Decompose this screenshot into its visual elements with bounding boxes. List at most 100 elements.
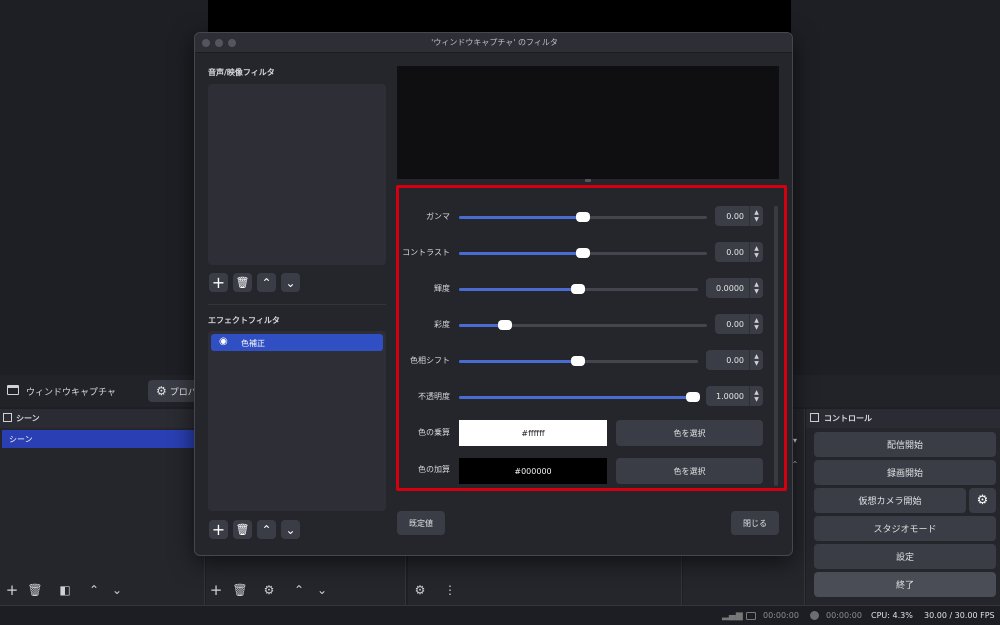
saturation-slider[interactable] bbox=[459, 320, 707, 330]
eye-icon[interactable]: ◉ bbox=[219, 336, 228, 347]
sources-dock: + 🗑 ⚙ ⌃ ⌄ bbox=[206, 555, 406, 605]
saturation-spinbox[interactable]: 0.00 ▲ ▼ bbox=[715, 314, 763, 334]
gamma-label: ガンマ bbox=[426, 212, 450, 221]
color-multiply-swatch: #ffffff bbox=[459, 420, 607, 446]
effect-filter-up-button[interactable]: ⌃ bbox=[257, 520, 276, 539]
effect-filter-down-button[interactable]: ⌄ bbox=[281, 520, 300, 539]
preview-left-gutter bbox=[0, 0, 208, 372]
contrast-slider-fill bbox=[459, 252, 583, 255]
remove-source-button[interactable]: 🗑 bbox=[232, 582, 248, 598]
mixer-menu-button[interactable]: ⋮ bbox=[442, 582, 458, 598]
effect-filter-name: 色補正 bbox=[241, 339, 265, 348]
brightness-slider-handle[interactable] bbox=[571, 284, 585, 294]
contrast-slider[interactable] bbox=[459, 248, 707, 258]
contrast-label: コントラスト bbox=[402, 248, 450, 257]
color-add-swatch: #000000 bbox=[459, 458, 607, 484]
filters-dialog: 'ウィンドウキャプチャ' のフィルタ 音声/映像フィルタ + 🗑 ⌃ ⌄ エフェ… bbox=[194, 32, 793, 556]
spin-arrows-icon[interactable]: ▲ ▼ bbox=[749, 242, 763, 262]
gear-icon: ⚙ bbox=[976, 493, 989, 508]
scene-item[interactable]: シーン bbox=[2, 430, 194, 448]
filter-preview bbox=[397, 66, 779, 179]
close-button[interactable]: 閉じる bbox=[731, 511, 779, 535]
exit-button[interactable]: 終了 bbox=[814, 572, 996, 597]
spin-arrows-icon[interactable]: ▲ ▼ bbox=[749, 278, 763, 298]
properties-scrollbar[interactable] bbox=[774, 206, 778, 486]
scene-down-button[interactable]: ⌄ bbox=[109, 582, 125, 598]
hue-shift-slider-fill bbox=[459, 360, 578, 363]
add-source-button[interactable]: + bbox=[208, 581, 224, 599]
scenes-title: シーン bbox=[16, 414, 40, 423]
hue-shift-spinbox[interactable]: 0.00 ▲ ▼ bbox=[706, 350, 763, 370]
splitter-handle[interactable] bbox=[585, 179, 591, 182]
spin-arrows-icon[interactable]: ▲ ▼ bbox=[749, 314, 763, 334]
stream-time: 00:00:00 bbox=[763, 611, 799, 620]
contrast-spinbox[interactable]: 0.00 ▲ ▼ bbox=[715, 242, 763, 262]
gamma-slider-handle[interactable] bbox=[576, 212, 590, 222]
effect-filters-label: エフェクトフィルタ bbox=[208, 316, 280, 325]
divider bbox=[208, 304, 386, 305]
add-av-filter-button[interactable]: + bbox=[209, 273, 228, 292]
studio-mode-button[interactable]: スタジオモード bbox=[814, 516, 996, 541]
settings-button[interactable]: 設定 bbox=[814, 544, 996, 569]
saturation-label: 彩度 bbox=[434, 320, 450, 329]
dock-icon bbox=[3, 413, 12, 422]
color-add-select-button[interactable]: 色を選択 bbox=[616, 458, 763, 484]
add-effect-filter-button[interactable]: + bbox=[209, 520, 228, 539]
source-up-button[interactable]: ⌃ bbox=[291, 582, 307, 598]
spin-arrows-icon[interactable]: ▲ ▼ bbox=[749, 386, 763, 406]
gear-icon: ⚙ bbox=[156, 384, 167, 398]
saturation-slider-handle[interactable] bbox=[498, 320, 512, 330]
virtual-camera-settings-button[interactable]: ⚙ bbox=[969, 488, 996, 513]
brightness-slider[interactable] bbox=[459, 284, 698, 294]
brightness-label: 輝度 bbox=[434, 284, 450, 293]
cpu-usage: CPU: 4.3% bbox=[871, 611, 913, 620]
color-multiply-label: 色の乗算 bbox=[418, 428, 450, 437]
opacity-slider-fill bbox=[459, 396, 698, 399]
network-bars-icon: ▂▄▆ bbox=[722, 611, 743, 621]
opacity-spinbox[interactable]: 1.0000 ▲ ▼ bbox=[706, 386, 763, 406]
stream-icon bbox=[746, 612, 756, 620]
opacity-slider[interactable] bbox=[459, 392, 700, 402]
gamma-slider[interactable] bbox=[459, 212, 707, 222]
opacity-slider-handle[interactable] bbox=[686, 392, 700, 402]
dialog-title: 'ウィンドウキャプチャ' のフィルタ bbox=[431, 38, 558, 47]
controls-title: コントロール bbox=[824, 414, 872, 423]
spin-arrows-icon[interactable]: ▲ ▼ bbox=[749, 206, 763, 226]
effect-filter-item[interactable]: ◉ 色補正 bbox=[211, 334, 383, 351]
spin-arrows-icon[interactable]: ▲ ▼ bbox=[749, 350, 763, 370]
scenes-dock: シーン シーン + 🗑 ◧ ⌃ ⌄ bbox=[0, 409, 205, 605]
start-virtual-camera-button[interactable]: 仮想カメラ開始 bbox=[814, 488, 966, 513]
contrast-slider-handle[interactable] bbox=[576, 248, 590, 258]
effect-filters-list[interactable]: ◉ 色補正 bbox=[208, 331, 386, 511]
hue-shift-slider[interactable] bbox=[459, 356, 698, 366]
av-filter-down-button[interactable]: ⌄ bbox=[281, 273, 300, 292]
source-down-button[interactable]: ⌄ bbox=[314, 582, 330, 598]
color-multiply-select-button[interactable]: 色を選択 bbox=[616, 420, 763, 446]
remove-effect-filter-button[interactable]: 🗑 bbox=[233, 520, 252, 539]
av-filters-label: 音声/映像フィルタ bbox=[208, 68, 275, 77]
start-recording-button[interactable]: 録画開始 bbox=[814, 460, 996, 485]
controls-dock: コントロール 配信開始 録画開始 仮想カメラ開始 ⚙ スタジオモード 設定 終了 bbox=[806, 409, 1000, 605]
controls-dock-header: コントロール bbox=[806, 409, 1000, 428]
brightness-spinbox[interactable]: 0.0000 ▲ ▼ bbox=[706, 278, 763, 298]
av-filter-up-button[interactable]: ⌃ bbox=[257, 273, 276, 292]
scene-filter-button[interactable]: ◧ bbox=[57, 582, 73, 598]
properties-panel: ガンマ 0.00 ▲ ▼ コントラスト 0.00 ▲ ▼ 輝度 0.0000 ▲ ▼ … bbox=[396, 185, 787, 491]
hue-shift-label: 色相シフト bbox=[410, 356, 450, 365]
record-time: 00:00:00 bbox=[826, 611, 862, 620]
dock-icon bbox=[810, 413, 819, 422]
mixer-settings-button[interactable]: ⚙ bbox=[412, 582, 428, 598]
defaults-button[interactable]: 既定値 bbox=[397, 511, 445, 535]
gamma-slider-fill bbox=[459, 216, 583, 219]
remove-scene-button[interactable]: 🗑 bbox=[27, 582, 43, 598]
gamma-spinbox[interactable]: 0.00 ▲ ▼ bbox=[715, 206, 763, 226]
remove-av-filter-button[interactable]: 🗑 bbox=[233, 273, 252, 292]
av-filters-list[interactable] bbox=[208, 84, 386, 265]
source-name: ウィンドウキャプチャ bbox=[26, 388, 116, 398]
add-scene-button[interactable]: + bbox=[4, 581, 20, 599]
hue-shift-slider-handle[interactable] bbox=[571, 356, 585, 366]
source-properties-button[interactable]: ⚙ bbox=[261, 582, 277, 598]
scene-up-button[interactable]: ⌃ bbox=[86, 582, 102, 598]
opacity-label: 不透明度 bbox=[418, 392, 450, 401]
start-streaming-button[interactable]: 配信開始 bbox=[814, 432, 996, 457]
